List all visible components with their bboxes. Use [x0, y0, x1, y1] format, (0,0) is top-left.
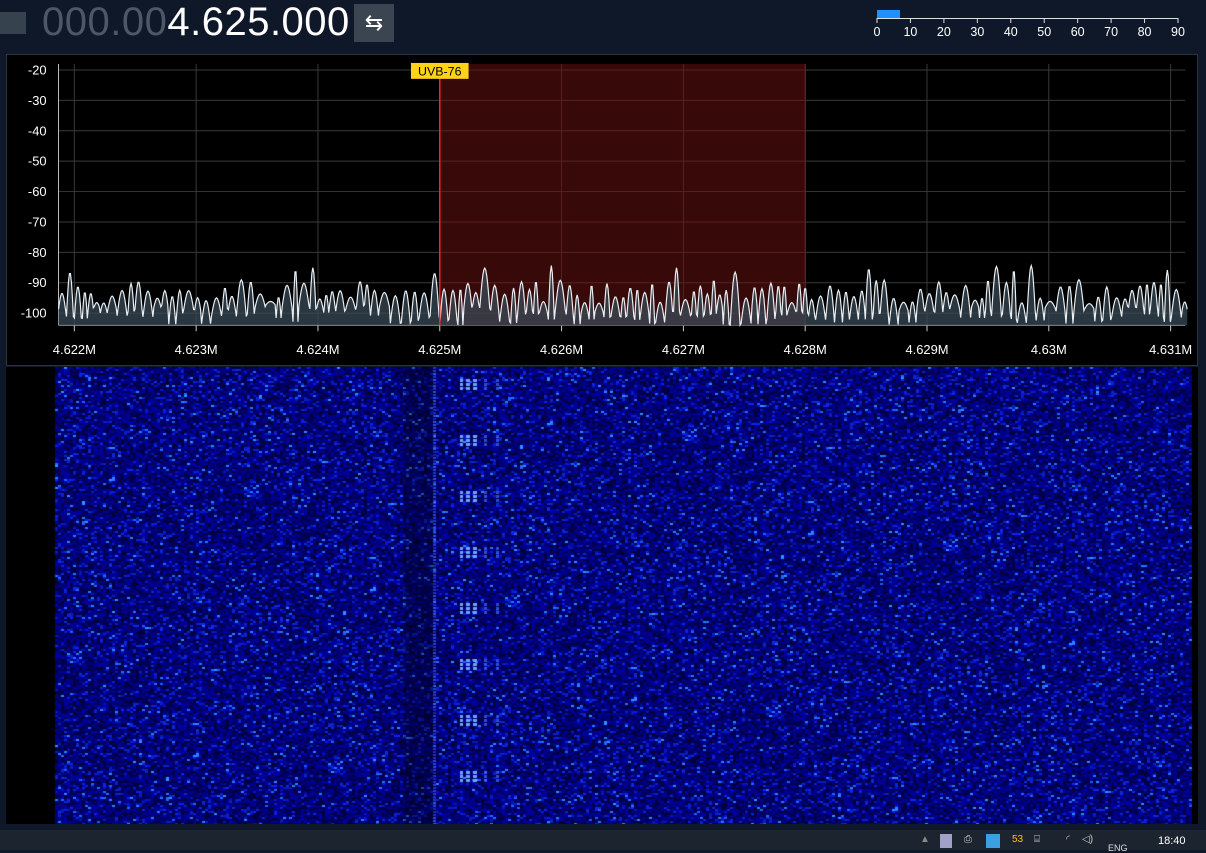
menu-button[interactable] — [0, 12, 26, 34]
waterfall-canvas[interactable] — [6, 367, 1198, 824]
x-tick-label: 4.625M — [418, 342, 461, 357]
tray-network-icon[interactable]: ⌸ — [1034, 834, 1040, 848]
x-tick-label: 4.624M — [296, 342, 339, 357]
swap-button[interactable]: ⇆ — [354, 4, 394, 42]
meter-label: 80 — [1137, 25, 1152, 39]
marker-label: UVB-76 — [418, 64, 462, 78]
frequency-active-digits[interactable]: 4.625.000 — [167, 0, 349, 44]
frequency-leading-digits[interactable]: 000.00 — [42, 0, 167, 44]
y-tick-label: -30 — [28, 93, 47, 108]
meter-ticks — [876, 18, 1179, 23]
x-tick-label: 4.626M — [540, 342, 583, 357]
taskbar — [0, 830, 1206, 850]
tray-printer-icon[interactable]: ⎙ — [964, 834, 972, 848]
meter-label: 70 — [1104, 25, 1119, 39]
waterfall-display[interactable] — [6, 367, 1198, 824]
x-tick-label: 4.629M — [905, 342, 948, 357]
x-tick-label: 4.627M — [662, 342, 705, 357]
meter-labels: 0 10 20 30 40 50 60 70 80 90 — [873, 25, 1185, 41]
meter-label: 50 — [1037, 25, 1052, 39]
swap-icon: ⇆ — [364, 10, 384, 35]
y-tick-label: -20 — [28, 62, 47, 77]
tray-blue-icon[interactable] — [986, 834, 1000, 848]
x-tick-label: 4.622M — [53, 342, 96, 357]
y-tick-label: -70 — [28, 214, 47, 229]
meter-label: 10 — [903, 25, 918, 39]
tray-volume-icon[interactable]: ◁) — [1082, 834, 1093, 848]
meter-fill — [877, 10, 901, 18]
y-tick-label: -60 — [28, 184, 47, 199]
clock[interactable]: 18:40 — [1158, 835, 1186, 847]
meter-label: 0 — [873, 25, 881, 39]
tray-wifi-icon[interactable]: ◜ — [1066, 834, 1070, 848]
meter-label: 40 — [1003, 25, 1018, 39]
top-toolbar: 000.004.625.000 ⇆ 0 10 20 30 40 50 60 70 80 90 — [0, 0, 1206, 48]
x-tick-label: 4.628M — [784, 342, 827, 357]
language-indicator[interactable]: ENG — [1108, 843, 1128, 853]
tray-app-icon[interactable] — [940, 834, 952, 848]
y-tick-label: -50 — [28, 154, 47, 169]
tray-badge[interactable]: 53 — [1012, 834, 1023, 848]
frequency-display[interactable]: 000.004.625.000 — [42, 0, 350, 46]
x-tick-label: 4.623M — [175, 342, 218, 357]
x-tick-label: 4.631M — [1149, 342, 1192, 357]
x-tick-label: 4.63M — [1031, 342, 1067, 357]
y-tick-label: -80 — [28, 245, 47, 260]
y-tick-label: -40 — [28, 123, 47, 138]
meter-label: 30 — [970, 25, 985, 39]
meter-label: 60 — [1070, 25, 1085, 39]
signal-meter: 0 10 20 30 40 50 60 70 80 90 — [873, 8, 1185, 42]
y-tick-label: -100 — [21, 306, 47, 321]
tray-arrow-icon[interactable]: ▲ — [920, 834, 930, 848]
spectrum-plot[interactable]: -20 -30 -40 -50 -60 -70 -80 -90 -100 4.622M 4.623M… — [6, 54, 1198, 366]
meter-label: 90 — [1171, 25, 1185, 39]
meter-label: 20 — [936, 25, 951, 39]
y-tick-label: -90 — [28, 275, 47, 290]
